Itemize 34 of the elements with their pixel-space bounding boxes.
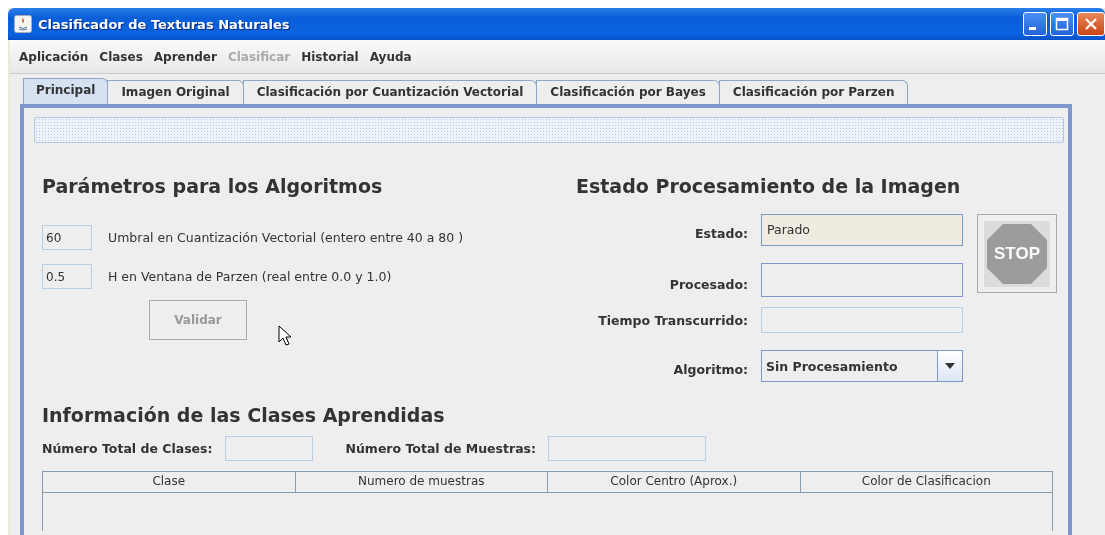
maximize-button[interactable] xyxy=(1050,12,1074,36)
minimize-button[interactable] xyxy=(1023,12,1047,36)
field-label: Tiempo Transcurrido: xyxy=(597,313,748,330)
section-heading: Estado Procesamiento de la Imagen xyxy=(576,175,962,197)
input-field[interactable]: 0.5 xyxy=(42,264,92,289)
field-label: Procesado: xyxy=(668,277,748,294)
close-icon xyxy=(1084,17,1098,31)
caret-icon xyxy=(937,351,962,381)
app-icon xyxy=(14,15,32,33)
tab[interactable]: Clasificación por Parzen xyxy=(718,80,909,104)
field-label: Algoritmo: xyxy=(672,362,748,379)
window-title: Clasificador de Texturas Naturales xyxy=(38,16,291,32)
tab[interactable]: Principal xyxy=(23,78,109,104)
field-label: Número Total de Muestras: xyxy=(345,441,536,456)
input-field[interactable] xyxy=(548,436,706,461)
maximize-icon xyxy=(1055,17,1069,31)
menu-item[interactable]: Aplicación xyxy=(14,46,95,67)
field-label: Estado: xyxy=(694,226,748,243)
section-heading: Información de las Clases Aprendidas xyxy=(42,404,446,426)
close-button[interactable] xyxy=(1077,12,1105,36)
field-label: Número Total de Clases: xyxy=(42,441,213,456)
minimize-icon xyxy=(1028,27,1036,30)
field-label: Umbral en Cuantización Vectorial (entero entre 40 a 80 ) xyxy=(108,230,464,245)
menu-item[interactable]: Historial xyxy=(296,46,365,67)
menu-item[interactable]: Aprender xyxy=(148,46,223,67)
status-field: Parado xyxy=(761,214,963,246)
input-field[interactable]: 60 xyxy=(42,225,92,250)
input-field[interactable] xyxy=(224,436,313,461)
input-field[interactable] xyxy=(761,263,963,297)
menu-item[interactable]: Clases xyxy=(94,46,149,67)
menu-item[interactable]: Ayuda xyxy=(364,46,418,67)
field-label: H en Ventana de Parzen (real entre 0.0 y 1.0) xyxy=(108,269,392,284)
dropdown[interactable]: Sin Procesamiento xyxy=(761,350,963,382)
section-heading: Parámetros para los Algoritmos xyxy=(42,175,384,197)
